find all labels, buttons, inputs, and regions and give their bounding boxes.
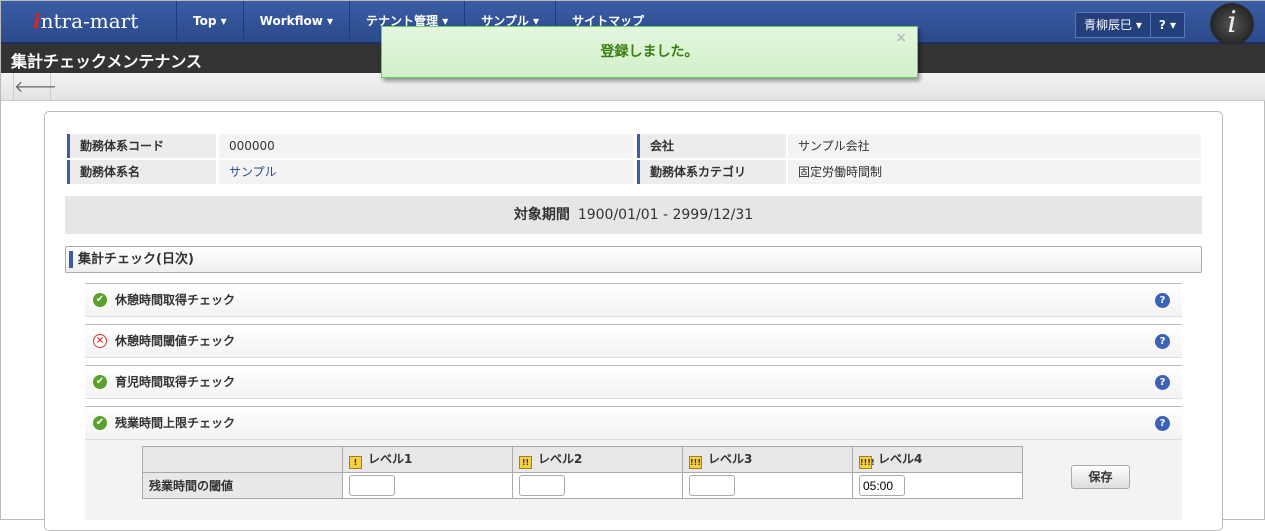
help-icon[interactable]: ? (1155, 375, 1170, 390)
row-label: 残業時間の閾値 (142, 472, 343, 499)
level-label: レベル4 (878, 452, 923, 466)
check-label: 休憩時間取得チェック (115, 293, 236, 307)
level1-header: ! レベル1 (342, 446, 513, 473)
overtime-settings: ! レベル1 !! レベル2 !!! レベル3 !!!!レベル4 残業時間の閾値 保存 (85, 440, 1182, 520)
level-label: レベル3 (708, 452, 753, 466)
check-row[interactable]: ✔ 休憩時間取得チェック? (85, 283, 1182, 317)
category-label: 勤務体系カテゴリ (637, 160, 786, 184)
help-icon[interactable]: ? (1155, 293, 1170, 308)
period-label: 対象期間 (513, 207, 570, 223)
level3-header: !!! レベル3 (682, 446, 853, 473)
check-label: 休憩時間閾値チェック (115, 334, 236, 348)
warning-level3-icon: !!! (689, 456, 702, 469)
check-row[interactable]: ✔ 残業時間上限チェック? (85, 406, 1182, 440)
check-row[interactable]: × 休憩時間閾値チェック? (85, 324, 1182, 358)
name-label: 勤務体系名 (67, 160, 216, 184)
threshold-table: ! レベル1 !! レベル2 !!! レベル3 !!!! レベル4 残業時間の閾値 (142, 446, 1023, 499)
main-panel: 勤務体系コード 000000 会社 サンプル会社 勤務体系名 サンプル 勤務体系… (44, 111, 1223, 531)
intra-mart-logo[interactable]: intra-mart (33, 9, 138, 33)
period-value: 1900/01/01 - 2999/12/31 (577, 207, 754, 223)
check-ok-icon: ✔ (93, 416, 107, 430)
check-label: 育児時間取得チェック (115, 375, 236, 389)
name-value: サンプル (219, 160, 633, 184)
notification-message: 登録しました。 (600, 44, 699, 60)
back-arrow-icon[interactable]: 🡐 (13, 73, 57, 101)
company-value: サンプル会社 (788, 134, 1201, 158)
level2-header: !! レベル2 (512, 446, 683, 473)
check-error-icon: × (93, 334, 107, 348)
help-icon[interactable]: ? (1155, 416, 1170, 431)
level-label: レベル1 (368, 452, 413, 466)
user-menu[interactable]: 青柳辰巳 ▾ (1076, 13, 1150, 37)
check-ok-icon: ✔ (93, 375, 107, 389)
help-menu[interactable]: ? ▾ (1149, 13, 1184, 37)
section-header[interactable]: 集計チェック(日次) (65, 246, 1202, 273)
level3-input[interactable] (689, 475, 735, 496)
level4-header: !!!! レベル4 (852, 446, 1023, 473)
product-logo-icon[interactable]: i (1210, 3, 1254, 45)
company-label: 会社 (637, 134, 786, 158)
warning-level1-icon: ! (349, 456, 362, 469)
code-value: 000000 (219, 134, 633, 158)
warning-level2-icon: !! (519, 456, 532, 469)
period-band: 対象期間 1900/01/01 - 2999/12/31 (65, 196, 1202, 234)
menu-workflow[interactable]: Workflow ▾ (242, 1, 349, 42)
success-notification: 登録しました。 × (381, 26, 918, 78)
check-label: 残業時間上限チェック (115, 416, 236, 430)
save-button[interactable]: 保存 (1071, 465, 1130, 489)
category-value: 固定労働時間制 (788, 160, 1201, 184)
corner-cell (142, 446, 343, 473)
level4-input[interactable] (859, 475, 905, 496)
level2-input[interactable] (519, 475, 565, 496)
check-ok-icon: ✔ (93, 293, 107, 307)
menu-top[interactable]: Top ▾ (176, 1, 243, 42)
help-icon[interactable]: ? (1155, 334, 1170, 349)
check-row[interactable]: ✔ 育児時間取得チェック? (85, 365, 1182, 399)
code-label: 勤務体系コード (67, 134, 216, 158)
level1-input[interactable] (349, 475, 395, 496)
close-icon[interactable]: × (895, 13, 907, 63)
warning-level4-icon: !!!! (859, 456, 875, 469)
level-label: レベル2 (538, 452, 583, 466)
